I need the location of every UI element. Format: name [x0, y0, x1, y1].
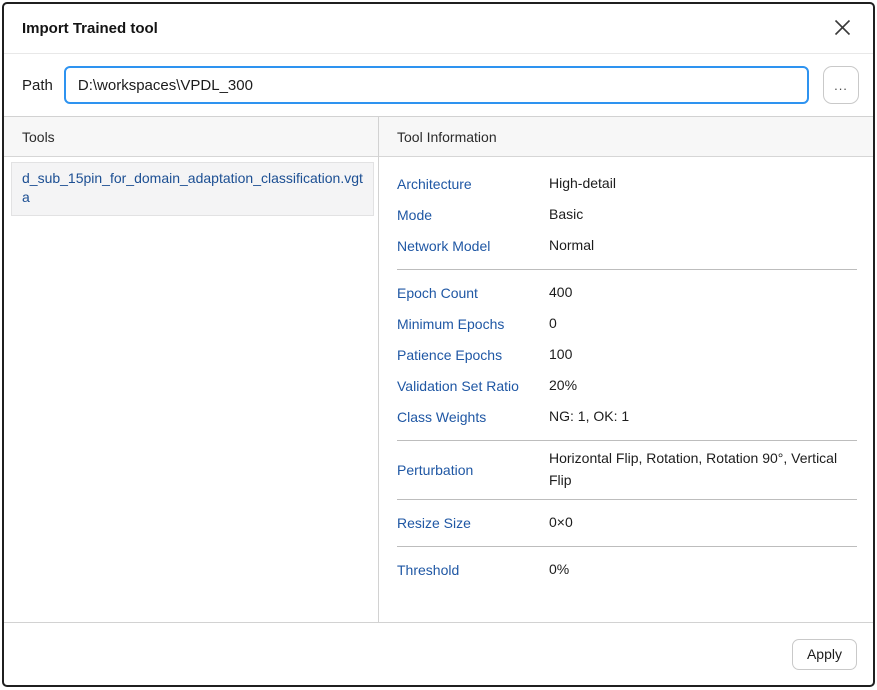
tools-panel-header: Tools [4, 117, 378, 157]
tool-information-header: Tool Information [379, 117, 873, 157]
minimum-epochs-value: 0 [549, 313, 857, 335]
info-row: Architecture High-detail [397, 168, 857, 199]
dialog-titlebar: Import Trained tool [4, 4, 873, 54]
browse-button[interactable]: ... [823, 66, 859, 104]
path-input[interactable] [64, 66, 809, 104]
apply-button[interactable]: Apply [792, 639, 857, 670]
tool-list-item[interactable]: d_sub_15pin_for_domain_adaptation_classi… [11, 162, 374, 216]
info-group-threshold: Threshold 0% [397, 546, 857, 593]
patience-epochs-label: Patience Epochs [397, 347, 549, 363]
info-row: Class Weights NG: 1, OK: 1 [397, 401, 857, 432]
info-group-architecture: Architecture High-detail Mode Basic Netw… [397, 161, 857, 269]
info-group-training: Epoch Count 400 Minimum Epochs 0 Patienc… [397, 269, 857, 440]
info-row: Threshold 0% [397, 554, 857, 585]
dialog-footer: Apply [4, 622, 873, 685]
mode-value: Basic [549, 204, 857, 226]
panels-container: Tools d_sub_15pin_for_domain_adaptation_… [4, 116, 873, 622]
import-trained-tool-dialog: Import Trained tool Path ... Tools [2, 2, 875, 687]
class-weights-label: Class Weights [397, 409, 549, 425]
validation-set-ratio-label: Validation Set Ratio [397, 378, 549, 394]
mode-label: Mode [397, 207, 549, 223]
patience-epochs-value: 100 [549, 344, 857, 366]
info-row: Validation Set Ratio 20% [397, 370, 857, 401]
info-row: Mode Basic [397, 199, 857, 230]
info-row: Perturbation Horizontal Flip, Rotation, … [397, 448, 857, 491]
resize-size-label: Resize Size [397, 515, 549, 531]
epoch-count-label: Epoch Count [397, 285, 549, 301]
info-row: Network Model Normal [397, 230, 857, 261]
epoch-count-value: 400 [549, 282, 857, 304]
tool-item-name: d_sub_15pin_for_domain_adaptation_classi… [22, 170, 363, 205]
info-row: Patience Epochs 100 [397, 339, 857, 370]
tool-information-header-label: Tool Information [397, 129, 497, 145]
path-row: Path ... [4, 54, 873, 116]
architecture-value: High-detail [549, 173, 857, 195]
tools-panel: Tools d_sub_15pin_for_domain_adaptation_… [4, 117, 379, 622]
network-model-value: Normal [549, 235, 857, 257]
ellipsis-icon: ... [834, 79, 848, 92]
network-model-label: Network Model [397, 238, 549, 254]
validation-set-ratio-value: 20% [549, 375, 857, 397]
tool-information-panel: Tool Information Architecture High-detai… [379, 117, 873, 622]
threshold-label: Threshold [397, 562, 549, 578]
path-label: Path [22, 77, 53, 94]
class-weights-value: NG: 1, OK: 1 [549, 406, 857, 428]
perturbation-label: Perturbation [397, 462, 549, 478]
close-icon [833, 18, 852, 40]
close-button[interactable] [829, 16, 855, 42]
perturbation-value: Horizontal Flip, Rotation, Rotation 90°,… [549, 448, 857, 491]
architecture-label: Architecture [397, 176, 549, 192]
info-row: Minimum Epochs 0 [397, 308, 857, 339]
tools-list: d_sub_15pin_for_domain_adaptation_classi… [4, 157, 378, 216]
minimum-epochs-label: Minimum Epochs [397, 316, 549, 332]
dialog-title: Import Trained tool [22, 20, 158, 37]
info-group-resize: Resize Size 0×0 [397, 499, 857, 546]
tools-header-label: Tools [22, 129, 55, 145]
resize-size-value: 0×0 [549, 512, 857, 534]
info-group-perturbation: Perturbation Horizontal Flip, Rotation, … [397, 440, 857, 499]
info-row: Resize Size 0×0 [397, 507, 857, 538]
info-row: Epoch Count 400 [397, 277, 857, 308]
threshold-value: 0% [549, 559, 857, 581]
tool-information-content: Architecture High-detail Mode Basic Netw… [379, 157, 873, 622]
